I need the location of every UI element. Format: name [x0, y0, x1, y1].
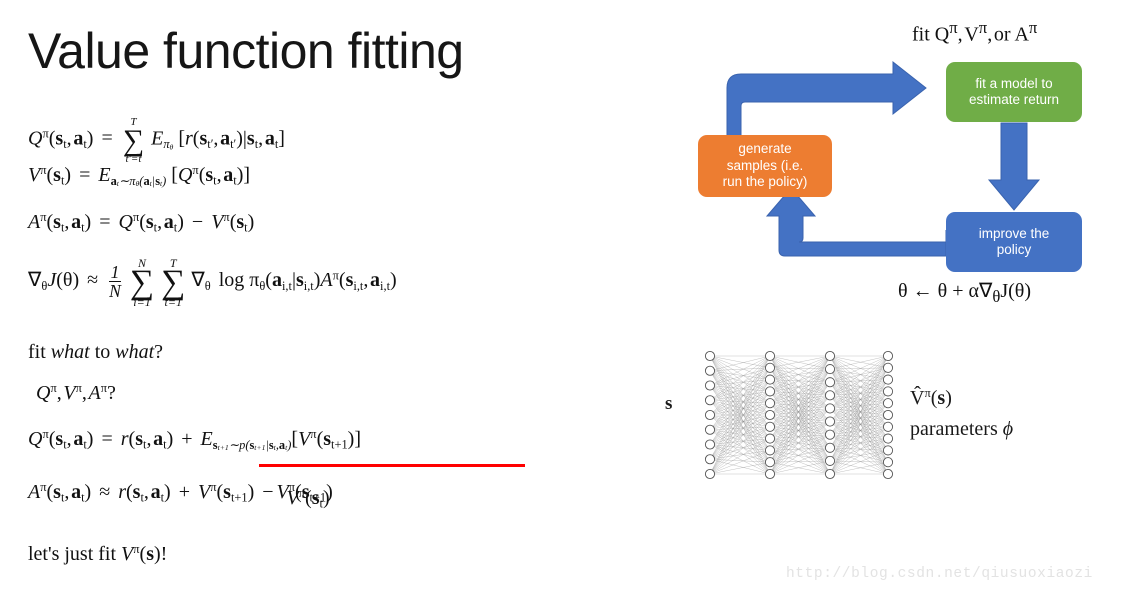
nn-output-annotation: V̂π(s) parameters ϕ [910, 386, 1014, 440]
cycle-node-improve-policy[interactable]: improve the policy [946, 212, 1082, 272]
exclamation-mark: ! [160, 542, 168, 565]
text-conclusion: let's just fit Vπ(s)! [28, 542, 168, 565]
equation-q-definition: Qπ(st, at) = T ∑ t′=t Eπθ [r(st′, at′)|st,… [28, 116, 285, 165]
to-word: to [94, 341, 111, 363]
text-fit-what-to-what: fit what to what? [28, 341, 163, 364]
cycle-node-generate-samples-label: generate samples (i.e. run the policy) [722, 141, 808, 190]
cycle-node-fit-model-label: fit a model to estimate return [968, 75, 1060, 107]
arrow-green-to-blue [987, 122, 1041, 211]
nn-input-label: s [665, 393, 673, 414]
overlapping-term-artifact: Vπ(st+1) Vπ(st) [276, 480, 333, 511]
equation-v-definition: Vπ(st) = Eat∼πθ(at|st) [Qπ(st, at)] [28, 163, 251, 188]
equation-policy-gradient: ∇θJ(θ) ≈ 1N N ∑ i=1 T ∑ t=1 ∇θ log πθ(ai,t|s… [28, 256, 397, 310]
lets-just-fit-label: let's just fit [28, 542, 117, 565]
arrow-orange-to-green [726, 60, 927, 143]
equation-a-definition: Aπ(st, at) = Qπ(st, at) − Vπ(st) [28, 210, 255, 235]
page-title: Value function fitting [28, 23, 464, 79]
fit-word: fit [28, 341, 46, 363]
equation-candidates: Qπ, Vπ, Aπ? [36, 381, 116, 404]
question-mark: ? [154, 341, 164, 363]
cycle-node-improve-policy-label: improve the policy [978, 225, 1050, 257]
equation-a-approx: Aπ(st, at) ≈ r(st, at) + Vπ(st+1) − Vπ(st… [28, 480, 333, 511]
nn-graph-svg [704, 350, 894, 480]
rl-cycle-diagram: fit Qπ, Vπ, or Aπ fit a model to estimate… [680, 10, 1126, 320]
arrow-blue-to-orange [765, 187, 947, 257]
what-word-1: what [50, 341, 90, 363]
diagram-caption-bottom: θ ← θ + α∇θJ(θ) [898, 280, 1032, 306]
parameters-label: parameters [910, 418, 998, 440]
red-highlight-underline [259, 464, 525, 467]
equation-q-bellman: Qπ(st, at) = r(st, at) + Est+1∼p(st+1|st… [28, 427, 361, 452]
watermark: http://blog.csdn.net/qiusuoxiaozi [786, 566, 1093, 582]
cycle-node-generate-samples[interactable]: generate samples (i.e. run the policy) [698, 135, 832, 197]
what-word-2: what [115, 341, 155, 363]
value-network-figure: s V̂π(s) parameters ϕ [660, 345, 1126, 495]
cycle-node-fit-model[interactable]: fit a model to estimate return [946, 62, 1082, 122]
log-operator: log [218, 269, 245, 292]
